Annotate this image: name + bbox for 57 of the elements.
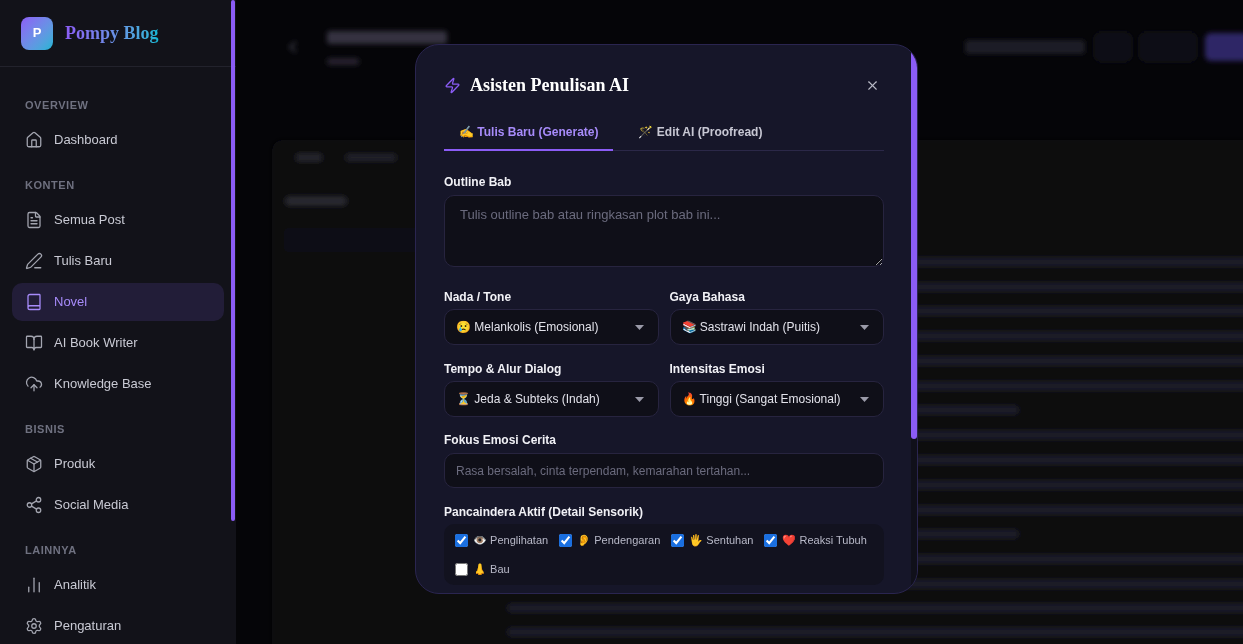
field-label: Gaya Bahasa bbox=[669, 289, 746, 305]
caret-down-icon bbox=[634, 396, 644, 402]
checkbox-label: 👁 Penglihatan bbox=[473, 532, 549, 548]
cloud-upload-icon bbox=[25, 375, 43, 393]
nav-item[interactable]: AI Book Writer bbox=[12, 324, 224, 362]
settings-icon bbox=[25, 617, 43, 635]
bar-chart-icon bbox=[25, 576, 43, 594]
document-icon bbox=[25, 211, 43, 229]
dialog-title: Asisten Penulisan AI bbox=[470, 74, 630, 97]
select-dropdown[interactable]: 🔥 Tinggi (Sangat Emosional) bbox=[669, 381, 884, 417]
house-icon bbox=[25, 131, 43, 149]
field-label: Intensitas Emosi bbox=[669, 361, 766, 377]
checkbox[interactable] bbox=[671, 533, 685, 547]
emotion-focus-input[interactable]: Rasa bersalah, cinta terpendam, kemarahan tertahan... bbox=[444, 453, 884, 488]
book-icon bbox=[25, 293, 43, 311]
field-label: Nada / Tone bbox=[444, 289, 513, 305]
nav-item[interactable]: Analitik bbox=[12, 566, 224, 604]
tab[interactable]: ✍ Tulis Baru (Generate) bbox=[444, 114, 614, 151]
section-heading: KONTEN bbox=[24, 178, 76, 193]
checkbox[interactable] bbox=[455, 533, 468, 547]
field-label: Fokus Emosi Cerita bbox=[444, 432, 558, 448]
select-dropdown[interactable]: ⏳ Jeda & Subteks (Indah) bbox=[444, 381, 659, 417]
outline-textarea[interactable]: Tulis outline bab atau ringkasan plot bab ini... bbox=[444, 195, 884, 267]
caret-down-icon bbox=[860, 324, 869, 330]
checkbox[interactable] bbox=[559, 533, 573, 547]
caret-down-icon bbox=[860, 396, 869, 402]
nav-item[interactable]: Tulis Baru bbox=[12, 242, 224, 280]
nav-item[interactable]: Semua Post bbox=[12, 201, 224, 239]
checkbox-label: 🖐 Sentuhan bbox=[689, 532, 754, 549]
nav-item[interactable]: Social Media bbox=[12, 486, 224, 524]
caret-down-icon bbox=[634, 324, 644, 330]
share-icon bbox=[25, 496, 43, 514]
section-heading: OVERVIEW bbox=[24, 98, 90, 113]
section-heading: LAINNYA bbox=[24, 543, 78, 558]
nav-item[interactable]: Pengaturan bbox=[12, 607, 224, 644]
checkbox-label: 👂 Pendengaran bbox=[577, 532, 661, 548]
field-label: Tempo & Alur Dialog bbox=[444, 361, 563, 377]
select-dropdown[interactable]: 📚 Sastrawi Indah (Puitis) bbox=[669, 309, 884, 345]
logo-tile: P bbox=[21, 16, 53, 50]
checkbox-label: 👃 Bau bbox=[473, 561, 510, 577]
section-heading: BISNIS bbox=[24, 422, 66, 437]
open-book-icon bbox=[25, 334, 43, 352]
checkbox-label: ❤ Reaksi Tubuh bbox=[782, 532, 867, 548]
pen-icon bbox=[25, 252, 43, 270]
nav-item[interactable]: Novel bbox=[12, 283, 224, 321]
select-dropdown[interactable]: 😢 Melankolis (Emosional) bbox=[444, 309, 659, 345]
tab[interactable]: 🪄 Edit AI (Proofread) bbox=[623, 114, 778, 151]
checkbox[interactable] bbox=[764, 533, 778, 547]
field-label: Pancaindera Aktif (Detail Sensorik) bbox=[444, 504, 644, 520]
nav-item[interactable]: Knowledge Base bbox=[12, 365, 224, 403]
checkbox[interactable] bbox=[455, 562, 468, 576]
nav-item[interactable]: Dashboard bbox=[12, 121, 224, 159]
lightning-icon bbox=[444, 76, 461, 94]
package-icon bbox=[25, 455, 43, 473]
field-label: Outline Bab bbox=[444, 174, 513, 190]
scrollbar-thumb[interactable] bbox=[231, 0, 235, 521]
nav-item[interactable]: Produk bbox=[12, 445, 224, 483]
